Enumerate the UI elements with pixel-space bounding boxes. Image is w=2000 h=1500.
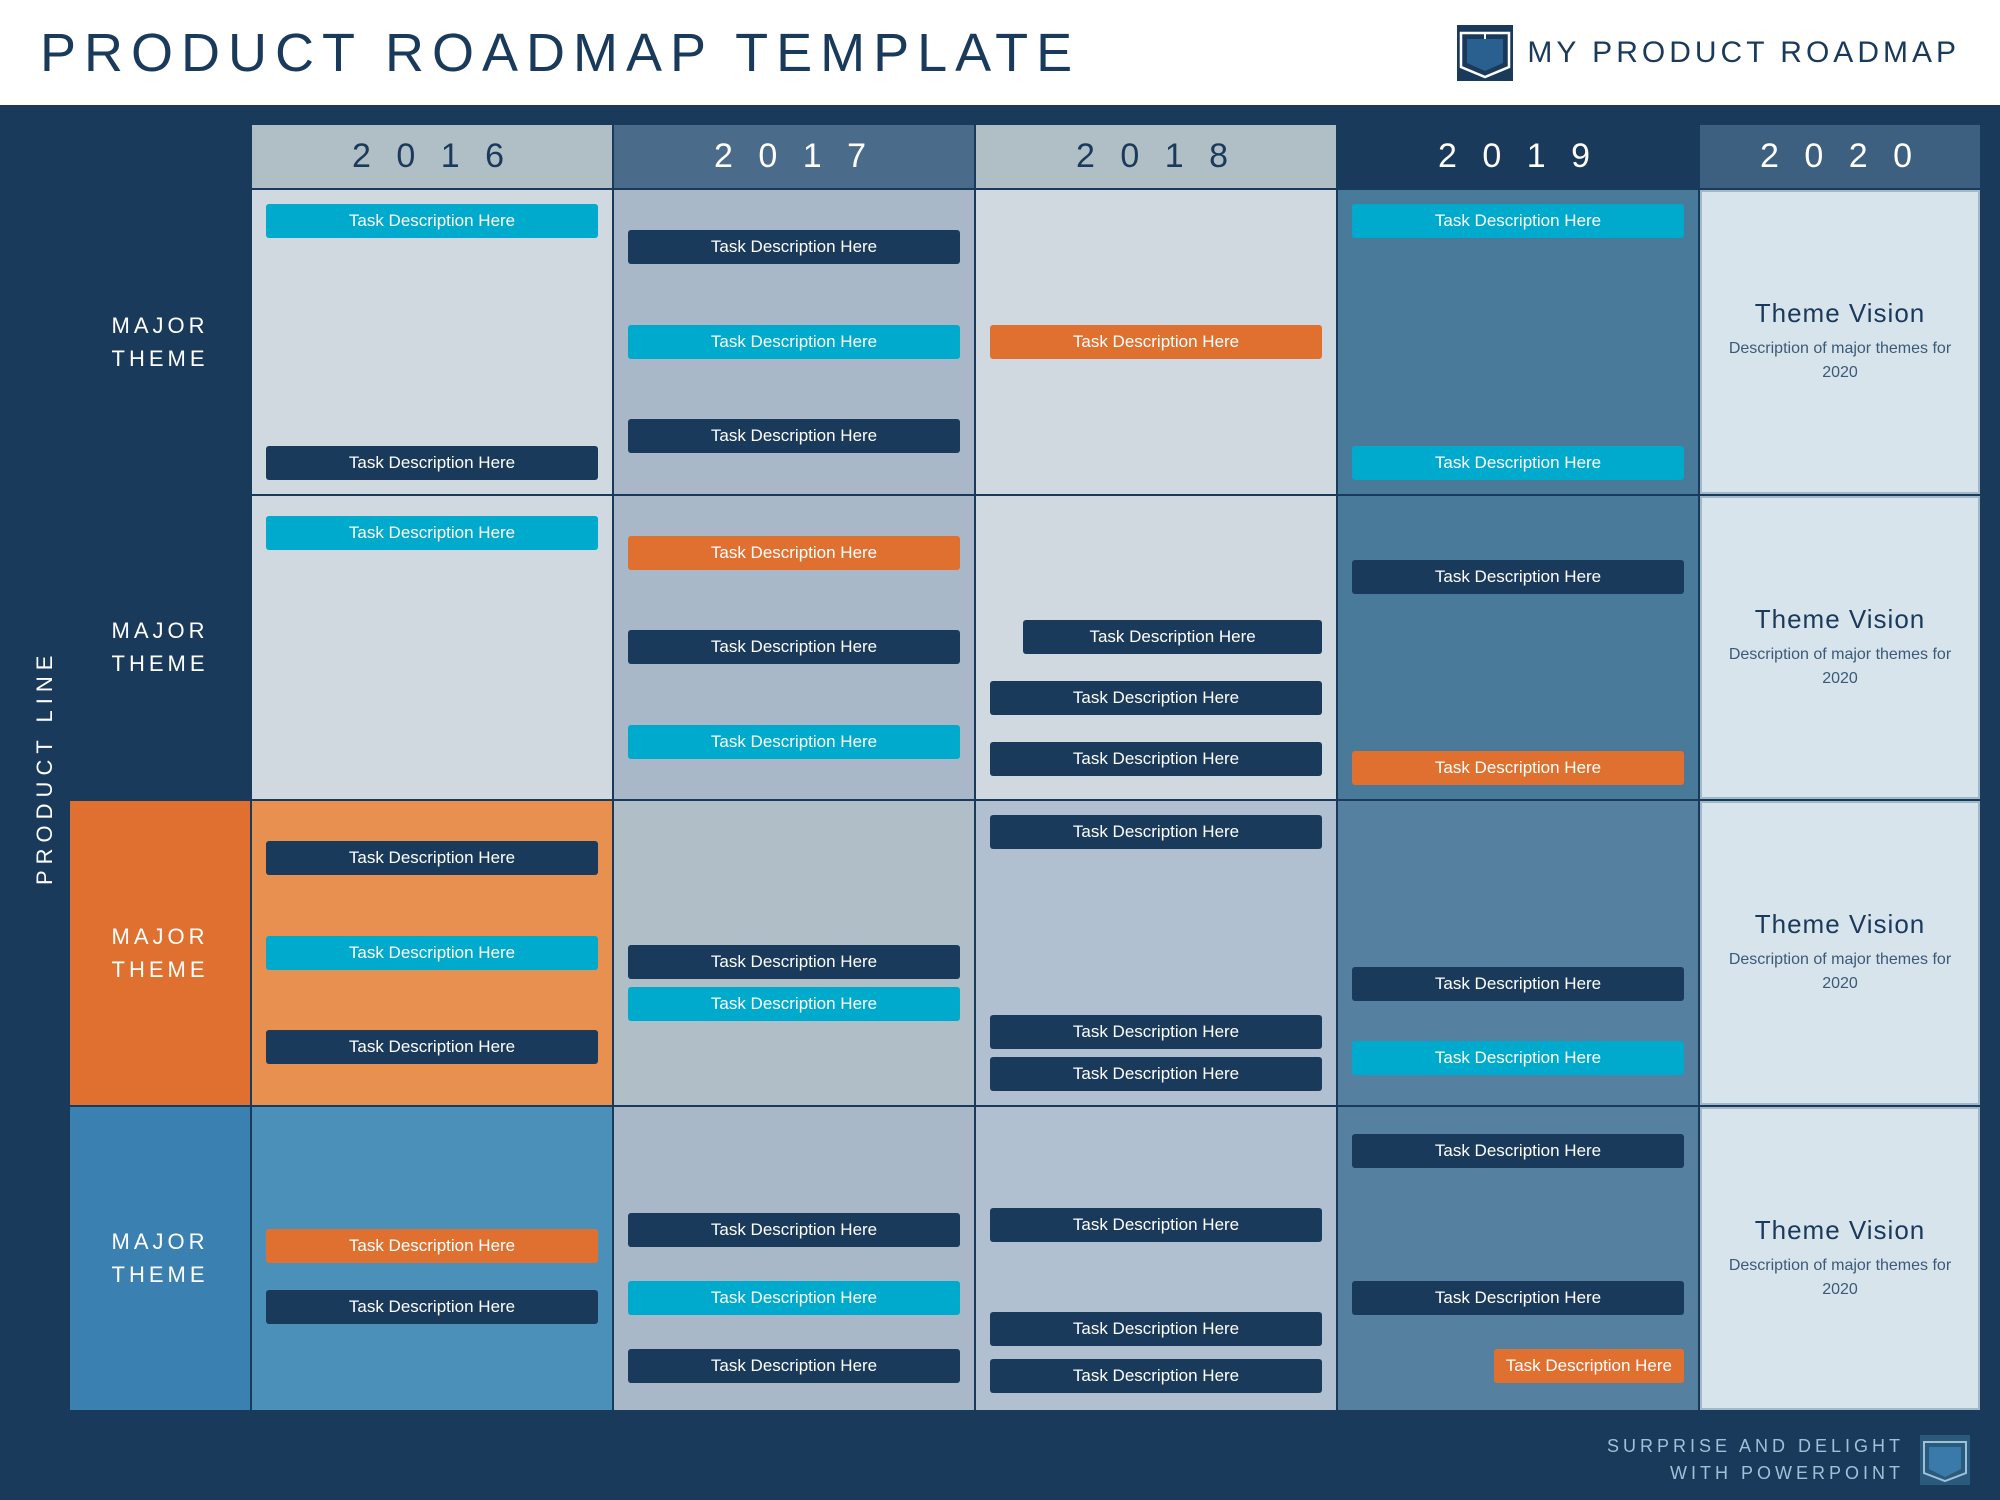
task-bar: Task Description Here bbox=[266, 446, 598, 480]
task-bar: Task Description Here bbox=[266, 204, 598, 238]
theme-vision-desc-2: Description of major themes for 2020 bbox=[1718, 643, 1962, 691]
theme-vision-title-4: Theme Vision bbox=[1755, 1215, 1926, 1246]
task-bar: Task Description Here bbox=[990, 681, 1322, 715]
rows-area: MAJOR THEME Task Description Here Task D… bbox=[70, 190, 1980, 1410]
row3-2017: Task Description Here Task Description H… bbox=[614, 801, 974, 1105]
task-bar: Task Description Here bbox=[990, 1359, 1322, 1393]
theme-row-2: MAJOR THEME Task Description Here Task D… bbox=[70, 496, 1980, 800]
footer: SURPRISE AND DELIGHT WITH POWERPOINT bbox=[0, 1420, 2000, 1500]
task-bar: Task Description Here bbox=[628, 536, 960, 570]
theme-vision-cell-1: Theme Vision Description of major themes… bbox=[1700, 190, 1980, 494]
row3-2016: Task Description Here Task Description H… bbox=[252, 801, 612, 1105]
page-title: PRODUCT ROADMAP TEMPLATE bbox=[40, 22, 1080, 84]
theme-vision-title-2: Theme Vision bbox=[1755, 604, 1926, 635]
footer-text: SURPRISE AND DELIGHT WITH POWERPOINT bbox=[1607, 1433, 1904, 1487]
task-bar: Task Description Here bbox=[1494, 1349, 1684, 1383]
task-bar: Task Description Here bbox=[628, 987, 960, 1021]
theme-vision-desc-4: Description of major themes for 2020 bbox=[1718, 1254, 1962, 1302]
task-bar: Task Description Here bbox=[1352, 1281, 1684, 1315]
header-right: MY PRODUCT ROADMAP bbox=[1457, 25, 1960, 81]
task-bar: Task Description Here bbox=[628, 725, 960, 759]
task-bar: Task Description Here bbox=[1352, 446, 1684, 480]
product-name: MY PRODUCT ROADMAP bbox=[1527, 36, 1960, 70]
task-bar: Task Description Here bbox=[266, 516, 598, 550]
row1-2016: Task Description Here Task Description H… bbox=[252, 190, 612, 494]
theme-vision-cell-4: Theme Vision Description of major themes… bbox=[1700, 1107, 1980, 1411]
task-bar: Task Description Here bbox=[990, 325, 1322, 359]
logo-icon bbox=[1457, 25, 1513, 81]
theme-vision-cell-3: Theme Vision Description of major themes… bbox=[1700, 801, 1980, 1105]
row2-2017: Task Description Here Task Description H… bbox=[614, 496, 974, 800]
year-header-2019: 2 0 1 9 bbox=[1338, 125, 1698, 188]
row-label-2: MAJOR THEME bbox=[70, 496, 250, 800]
theme-vision-cell-2: Theme Vision Description of major themes… bbox=[1700, 496, 1980, 800]
task-bar: Task Description Here bbox=[628, 230, 960, 264]
row3-2019: Task Description Here Task Description H… bbox=[1338, 801, 1698, 1105]
theme-vision-desc-1: Description of major themes for 2020 bbox=[1718, 337, 1962, 385]
year-headers: 2 0 1 6 2 0 1 7 2 0 1 8 2 0 1 9 2 0 2 0 bbox=[70, 125, 1980, 188]
task-bar: Task Description Here bbox=[266, 841, 598, 875]
task-bar: Task Description Here bbox=[628, 419, 960, 453]
theme-row-1: MAJOR THEME Task Description Here Task D… bbox=[70, 190, 1980, 494]
task-bar: Task Description Here bbox=[628, 630, 960, 664]
task-bar: Task Description Here bbox=[1352, 751, 1684, 785]
grid-area: 2 0 1 6 2 0 1 7 2 0 1 8 2 0 1 9 2 0 2 0 … bbox=[70, 125, 1980, 1410]
task-bar: Task Description Here bbox=[990, 742, 1322, 776]
theme-vision-title-3: Theme Vision bbox=[1755, 909, 1926, 940]
theme-vision-title-1: Theme Vision bbox=[1755, 298, 1926, 329]
page-wrapper: PRODUCT ROADMAP TEMPLATE MY PRODUCT ROAD… bbox=[0, 0, 2000, 1500]
row-label-1: MAJOR THEME bbox=[70, 190, 250, 494]
task-bar: Task Description Here bbox=[1352, 1134, 1684, 1168]
row4-2019: Task Description Here Task Description H… bbox=[1338, 1107, 1698, 1411]
task-bar: Task Description Here bbox=[628, 1349, 960, 1383]
theme-row-4: MAJOR THEME Task Description Here Task D… bbox=[70, 1107, 1980, 1411]
row4-2016: Task Description Here Task Description H… bbox=[252, 1107, 612, 1411]
year-header-empty bbox=[70, 125, 250, 188]
header: PRODUCT ROADMAP TEMPLATE MY PRODUCT ROAD… bbox=[0, 0, 2000, 105]
row1-2017: Task Description Here Task Description H… bbox=[614, 190, 974, 494]
task-bar: Task Description Here bbox=[1352, 1041, 1684, 1075]
task-bar: Task Description Here bbox=[628, 945, 960, 979]
year-header-2016: 2 0 1 6 bbox=[252, 125, 612, 188]
task-bar: Task Description Here bbox=[990, 815, 1322, 849]
row2-2016: Task Description Here bbox=[252, 496, 612, 800]
task-bar: Task Description Here bbox=[1352, 967, 1684, 1001]
task-bar: Task Description Here bbox=[628, 1281, 960, 1315]
theme-row-3: MAJOR THEME Task Description Here Task D… bbox=[70, 801, 1980, 1105]
task-bar: Task Description Here bbox=[266, 1229, 598, 1263]
row-label-3: MAJOR THEME bbox=[70, 801, 250, 1105]
task-bar: Task Description Here bbox=[1352, 204, 1684, 238]
task-bar: Task Description Here bbox=[628, 325, 960, 359]
year-header-2018: 2 0 1 8 bbox=[976, 125, 1336, 188]
year-header-2020: 2 0 2 0 bbox=[1700, 125, 1980, 188]
footer-logo-icon bbox=[1920, 1435, 1970, 1485]
task-bar: Task Description Here bbox=[990, 1312, 1322, 1346]
row2-2018: Task Description Here Task Description H… bbox=[976, 496, 1336, 800]
task-bar: Task Description Here bbox=[266, 1030, 598, 1064]
task-bar: Task Description Here bbox=[990, 1015, 1322, 1049]
row2-2019: Task Description Here Task Description H… bbox=[1338, 496, 1698, 800]
task-bar: Task Description Here bbox=[266, 936, 598, 970]
product-line-label: PRODUCT LINE bbox=[20, 125, 70, 1410]
row4-2017: Task Description Here Task Description H… bbox=[614, 1107, 974, 1411]
row1-2019: Task Description Here Task Description H… bbox=[1338, 190, 1698, 494]
row-label-4: MAJOR THEME bbox=[70, 1107, 250, 1411]
task-bar: Task Description Here bbox=[628, 1213, 960, 1247]
task-bar: Task Description Here bbox=[1352, 560, 1684, 594]
row3-2018: Task Description Here Task Description H… bbox=[976, 801, 1336, 1105]
task-bar: Task Description Here bbox=[266, 1290, 598, 1324]
task-bar: Task Description Here bbox=[990, 1057, 1322, 1091]
row1-2018: Task Description Here bbox=[976, 190, 1336, 494]
task-bar: Task Description Here bbox=[1023, 620, 1322, 654]
row4-2018: Task Description Here Task Description H… bbox=[976, 1107, 1336, 1411]
main-content: PRODUCT LINE 2 0 1 6 2 0 1 7 2 0 1 8 2 0… bbox=[0, 105, 2000, 1420]
year-header-2017: 2 0 1 7 bbox=[614, 125, 974, 188]
task-bar: Task Description Here bbox=[990, 1208, 1322, 1242]
theme-vision-desc-3: Description of major themes for 2020 bbox=[1718, 948, 1962, 996]
